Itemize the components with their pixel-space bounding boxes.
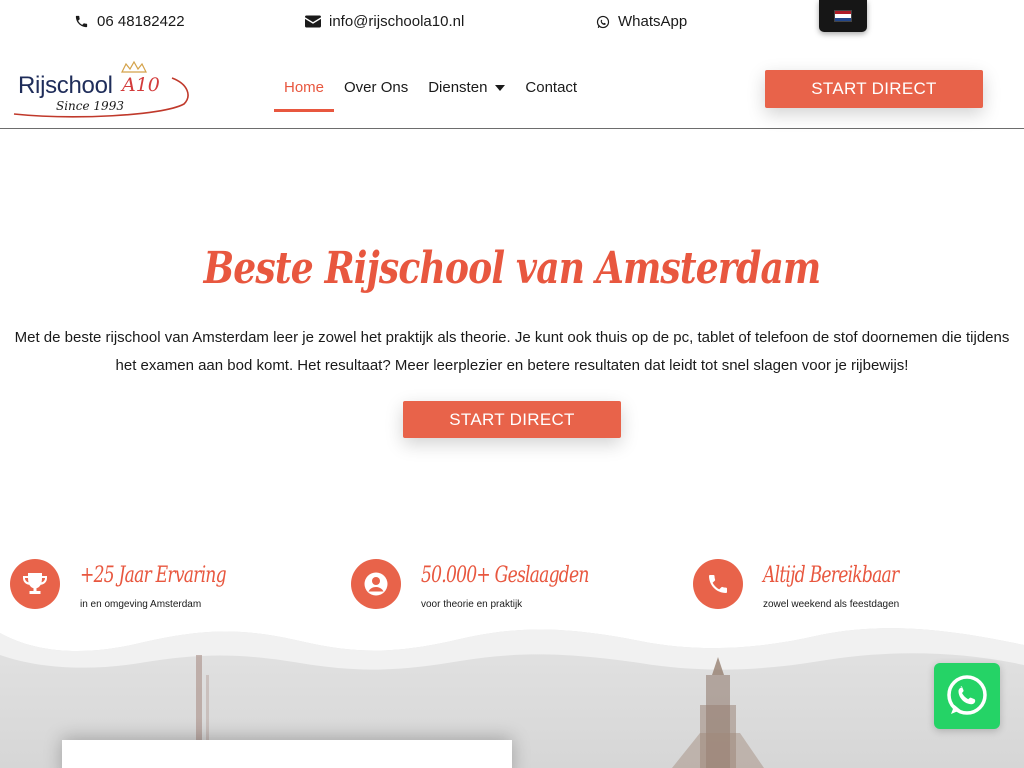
feature-title: Altijd Bereikbaar xyxy=(763,563,899,588)
feature-title: +25 Jaar Ervaring xyxy=(80,563,227,588)
nav-home[interactable]: Home xyxy=(274,46,335,129)
main-nav: Home Over Ons Diensten Contact xyxy=(274,46,587,129)
whatsapp-link[interactable]: WhatsApp xyxy=(596,13,687,30)
feature-reachable: Altijd Bereikbaar zowel weekend als fees… xyxy=(693,559,993,615)
feature-graduates: 50.000+ Geslaagden voor theorie en prakt… xyxy=(351,559,651,615)
site-logo[interactable]: Rijschool A10 Since 1993 xyxy=(12,58,190,118)
whatsapp-label: WhatsApp xyxy=(618,13,688,30)
language-switcher[interactable] xyxy=(819,0,867,32)
logo-name: Rijschool xyxy=(18,72,113,99)
nav-diensten[interactable]: Diensten xyxy=(418,46,515,129)
caret-down-icon xyxy=(495,84,506,91)
nav-home-label: Home xyxy=(284,79,325,96)
feature-icon-circle xyxy=(693,559,743,609)
email-address: info@rijschoola10.nl xyxy=(329,13,465,30)
header-start-direct-button[interactable]: START DIRECT xyxy=(765,70,983,108)
nav-contact-label: Contact xyxy=(525,79,578,96)
feature-subtitle: in en omgeving Amsterdam xyxy=(80,599,202,610)
phone-number: 06 48182422 xyxy=(97,13,185,30)
content-card xyxy=(62,740,512,768)
whatsapp-icon xyxy=(947,675,987,715)
feature-icon-circle xyxy=(351,559,401,609)
nav-over-ons-label: Over Ons xyxy=(344,79,409,96)
logo-suffix: A10 xyxy=(122,74,160,96)
top-contact-bar: 06 48182422 info@rijschoola10.nl WhatsAp… xyxy=(0,0,1024,46)
envelope-icon xyxy=(305,15,321,28)
hero-description: Met de beste rijschool van Amsterdam lee… xyxy=(14,329,1010,374)
nav-contact[interactable]: Contact xyxy=(515,46,587,129)
email-link[interactable]: info@rijschoola10.nl xyxy=(305,13,464,30)
nav-over-ons[interactable]: Over Ons xyxy=(334,46,418,129)
logo-tagline: Since 1993 xyxy=(56,99,124,113)
feature-subtitle: voor theorie en praktijk xyxy=(421,599,523,610)
nav-diensten-label: Diensten xyxy=(428,79,488,96)
phone-icon xyxy=(74,14,89,29)
hero-start-direct-button[interactable]: START DIRECT xyxy=(403,401,621,438)
trophy-icon xyxy=(23,573,47,594)
hero-title: Beste Rijschool van Amsterdam xyxy=(203,243,822,294)
site-header: Rijschool A10 Since 1993 Home Over Ons D… xyxy=(0,46,1024,129)
feature-experience: +25 Jaar Ervaring in en omgeving Amsterd… xyxy=(10,559,310,615)
feature-icon-circle xyxy=(10,559,60,609)
feature-subtitle: zowel weekend als feestdagen xyxy=(763,599,900,610)
whatsapp-icon xyxy=(596,15,610,29)
netherlands-flag-icon xyxy=(834,10,852,22)
phone-icon xyxy=(709,575,727,593)
user-circle-icon xyxy=(364,572,388,596)
feature-title: 50.000+ Geslaagden xyxy=(421,563,589,588)
phone-link[interactable]: 06 48182422 xyxy=(74,13,185,30)
whatsapp-float-button[interactable] xyxy=(934,663,1000,729)
